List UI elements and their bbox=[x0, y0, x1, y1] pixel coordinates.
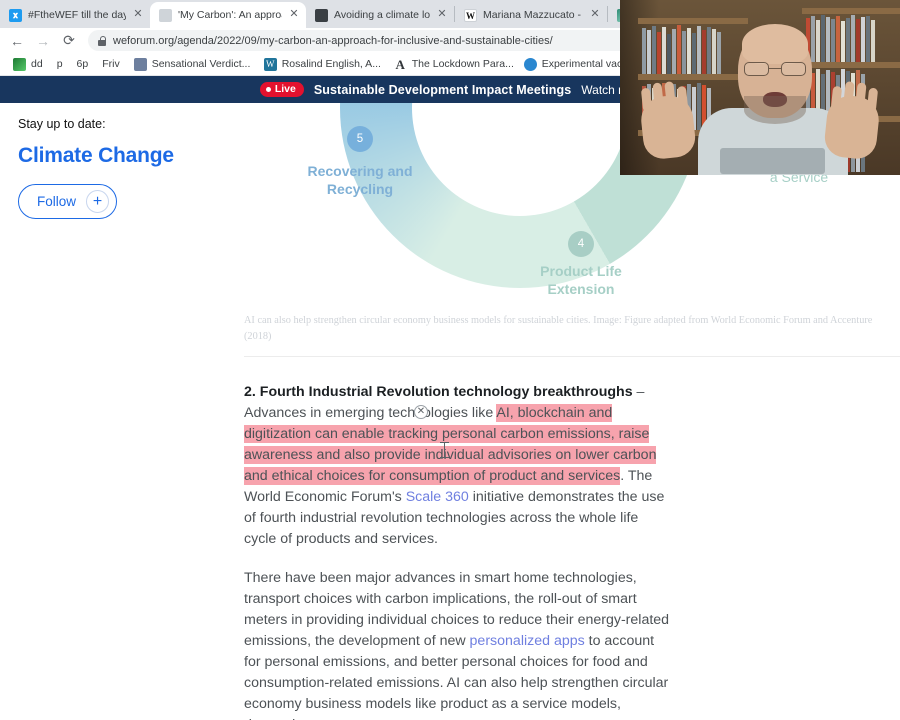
tab-2[interactable]: Avoiding a climate lockd ✕ bbox=[306, 2, 454, 28]
personalized-apps-link[interactable]: personalized apps bbox=[470, 633, 585, 649]
figure-label-recovering-line2: Recycling bbox=[326, 180, 394, 197]
tab-title: #FtheWEF till the day I di bbox=[28, 9, 126, 21]
letter-a-icon: A bbox=[393, 56, 407, 72]
bookmark-label: Friv bbox=[102, 58, 120, 70]
live-dot-icon bbox=[265, 87, 271, 92]
bookmark-p[interactable]: p bbox=[50, 54, 70, 74]
close-icon[interactable]: ✕ bbox=[288, 9, 300, 21]
close-icon[interactable]: ✕ bbox=[589, 9, 601, 21]
books-row bbox=[642, 24, 744, 74]
grid-icon bbox=[133, 57, 147, 71]
shelf-plank bbox=[638, 74, 748, 80]
figure-label-product-life: Product Life Extension bbox=[501, 263, 661, 299]
tab-0[interactable]: 𝐱 #FtheWEF till the day I di ✕ bbox=[0, 2, 150, 28]
lock-icon bbox=[98, 35, 107, 46]
webcam-overlay[interactable] bbox=[620, 0, 900, 175]
bookmark-lockdown-paradigm[interactable]: A The Lockdown Para... bbox=[387, 54, 517, 74]
books-row bbox=[806, 14, 898, 62]
scale-360-link[interactable]: Scale 360 bbox=[406, 489, 469, 505]
plus-icon: + bbox=[86, 190, 110, 213]
figure-label-recovering: Recovering and Recycling bbox=[280, 163, 440, 199]
figure-label-sorting: Sorting and Reprocessing bbox=[494, 158, 614, 189]
tab-title: 'My Carbon': An approac bbox=[178, 9, 282, 21]
figure-label-end-of-use: End of Use bbox=[448, 109, 508, 123]
tab-3[interactable]: W Mariana Mazzucato - Wi ✕ bbox=[455, 2, 607, 28]
twitter-icon: 𝐱 bbox=[9, 8, 22, 22]
bookmark-sensational-verdict[interactable]: Sensational Verdict... bbox=[127, 54, 257, 74]
promo-title: Sustainable Development Impact Meetings bbox=[313, 82, 572, 97]
figure-caption: AI can also help strengthen circular eco… bbox=[244, 315, 873, 342]
figure-label-recovering-line1: Recovering and bbox=[307, 163, 413, 179]
article-body: 2. Fourth Industrial Revolution technolo… bbox=[244, 382, 674, 720]
reload-button[interactable]: ⟳ bbox=[56, 30, 82, 52]
close-icon[interactable]: ✕ bbox=[132, 9, 144, 21]
globe-dark-icon bbox=[315, 8, 328, 22]
bookmark-label: The Lockdown Para... bbox=[411, 58, 514, 70]
bookmark-friv[interactable]: Friv bbox=[95, 54, 127, 74]
follow-sidebar: Stay up to date: Climate Change Follow + bbox=[18, 117, 228, 219]
live-label: Live bbox=[274, 83, 296, 96]
bookmark-label: dd bbox=[31, 58, 43, 70]
wikipedia-icon: W bbox=[464, 8, 477, 22]
person-forehead bbox=[742, 24, 808, 64]
figure-label-sorting-line1: Sorting and bbox=[523, 158, 585, 172]
page-icon bbox=[159, 8, 172, 22]
bookmark-label: 6p bbox=[76, 58, 89, 70]
sidebar-topic-title: Climate Change bbox=[18, 144, 174, 167]
text-cursor-icon bbox=[440, 442, 449, 459]
figure-label-product-life-line2: Extension bbox=[547, 280, 615, 297]
blue-circle-icon bbox=[523, 57, 537, 71]
figure-label-sorting-line2: Reprocessing bbox=[517, 173, 591, 188]
shirt-print bbox=[720, 148, 825, 174]
bookmark-label: Sensational Verdict... bbox=[151, 58, 251, 70]
article-column: End of Use Sorting and Reprocessing 5 Re… bbox=[244, 103, 900, 720]
follow-button-label: Follow bbox=[37, 194, 77, 209]
figure-label-product-life-line1: Product Life bbox=[540, 263, 622, 279]
bookmark-6p[interactable]: 6p bbox=[70, 54, 96, 74]
remove-highlight-icon[interactable]: ✕ bbox=[414, 405, 428, 419]
figure-badge-5: 5 bbox=[347, 126, 373, 152]
forward-button[interactable]: → bbox=[30, 30, 56, 52]
url-text: weforum.org/agenda/2022/09/my-carbon-an-… bbox=[113, 34, 553, 47]
status-badge: Live bbox=[259, 82, 304, 97]
sidebar-kicker: Stay up to date: bbox=[18, 117, 106, 131]
bookmark-label: p bbox=[56, 58, 63, 70]
follow-button[interactable]: Follow + bbox=[18, 184, 118, 219]
bookmark-label: Rosalind English, A... bbox=[281, 58, 381, 70]
close-icon[interactable]: ✕ bbox=[436, 9, 448, 21]
wordpress-icon: W bbox=[263, 57, 277, 71]
person-right-hand bbox=[822, 81, 882, 161]
person-beard bbox=[744, 96, 806, 124]
tab-title: Avoiding a climate lockd bbox=[334, 9, 430, 21]
tab-1-active[interactable]: 'My Carbon': An approac ✕ bbox=[150, 2, 306, 28]
excel-icon bbox=[13, 57, 26, 71]
paragraph-2: 2. Fourth Industrial Revolution technolo… bbox=[244, 382, 674, 550]
glasses-icon bbox=[744, 62, 806, 76]
browser-window: 𝐱 #FtheWEF till the day I di ✕ 'My Carbo… bbox=[0, 0, 900, 720]
tab-title: Mariana Mazzucato - Wi bbox=[483, 9, 583, 21]
bookmark-rosalind-english[interactable]: W Rosalind English, A... bbox=[257, 54, 387, 74]
figure-badge-4: 4 bbox=[568, 231, 594, 257]
back-button[interactable]: ← bbox=[4, 30, 30, 52]
paragraph-3: There have been major advances in smart … bbox=[244, 568, 674, 720]
paragraph-2-heading: 2. Fourth Industrial Revolution technolo… bbox=[244, 383, 633, 400]
bookmark-dd[interactable]: dd bbox=[6, 54, 50, 74]
divider bbox=[244, 355, 900, 357]
